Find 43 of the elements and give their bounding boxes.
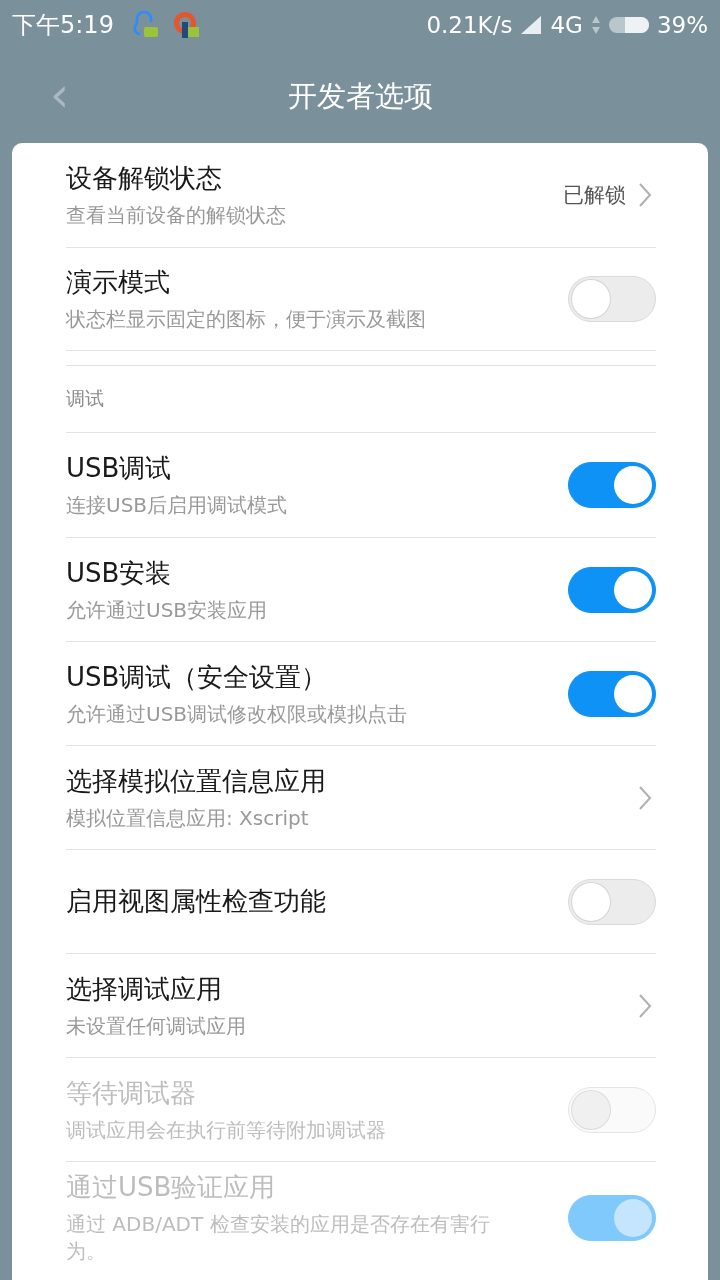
row-title: USB安装: [66, 556, 173, 590]
settings-row[interactable]: 启用视图属性检查功能: [66, 849, 656, 953]
settings-row[interactable]: 选择调试应用 未设置任何调试应用: [66, 953, 656, 1057]
battery-icon: [608, 16, 649, 34]
chevron-right-icon: [638, 992, 652, 1019]
battery-level: 39%: [656, 12, 708, 38]
row-value: 已解锁: [563, 182, 626, 209]
settings-row[interactable]: 演示模式 状态栏显示固定的图标，便于演示及截图: [66, 247, 656, 351]
toggle-switch[interactable]: [568, 462, 656, 508]
data-arrows-icon: [590, 15, 601, 35]
settings-row[interactable]: USB调试 连接USB后启用调试模式: [66, 433, 656, 537]
chevron-right-icon: [638, 784, 652, 811]
row-title: 通过USB验证应用: [66, 1171, 277, 1204]
chevron-right-icon: [638, 182, 652, 208]
row-subtitle: 调试应用会在执行前等待附加调试器: [66, 1116, 387, 1144]
row-title: USB调试（安全设置）: [66, 660, 329, 694]
toggle-switch[interactable]: [568, 670, 656, 717]
network-type: 4G: [550, 12, 583, 38]
row-title: 等待调试器: [66, 1076, 197, 1110]
row-subtitle: 查看当前设备的解锁状态: [66, 202, 287, 229]
row-subtitle: 允许通过USB调试修改权限或模拟点击: [66, 700, 409, 728]
row-subtitle: 状态栏显示固定的图标，便于演示及截图: [66, 306, 427, 333]
settings-row[interactable]: USB安装 允许通过USB安装应用: [66, 537, 656, 641]
section-header: 调试: [66, 386, 104, 411]
signal-icon: [520, 15, 543, 35]
status-time: 下午5:19: [12, 10, 114, 41]
row-title: 启用视图属性检查功能: [66, 885, 327, 918]
row-title: 演示模式: [66, 266, 171, 299]
network-speed: 0.21K/s: [426, 12, 513, 38]
row-subtitle: 通过 ADB/ADT 检查安装的应用是否存在有害行为。: [66, 1211, 491, 1265]
settings-row[interactable]: 选择模拟位置信息应用 模拟位置信息应用: Xscript: [66, 745, 656, 849]
settings-row[interactable]: 设备解锁状态 查看当前设备的解锁状态 已解锁: [66, 143, 656, 247]
row-subtitle: 允许通过USB安装应用: [66, 596, 269, 624]
row-title: USB调试: [66, 452, 173, 485]
settings-row[interactable]: USB调试（安全设置） 允许通过USB调试修改权限或模拟点击: [66, 641, 656, 745]
page-title: 开发者选项: [287, 77, 433, 115]
row-title: 设备解锁状态: [66, 162, 223, 195]
row-title: 选择调试应用: [66, 972, 223, 1006]
toggle-switch[interactable]: [568, 566, 656, 613]
row-subtitle: 连接USB后启用调试模式: [66, 492, 289, 519]
row-title: 选择模拟位置信息应用: [66, 764, 327, 798]
row-subtitle: 未设置任何调试应用: [66, 1012, 247, 1040]
row-subtitle: 模拟位置信息应用: Xscript: [66, 804, 310, 832]
